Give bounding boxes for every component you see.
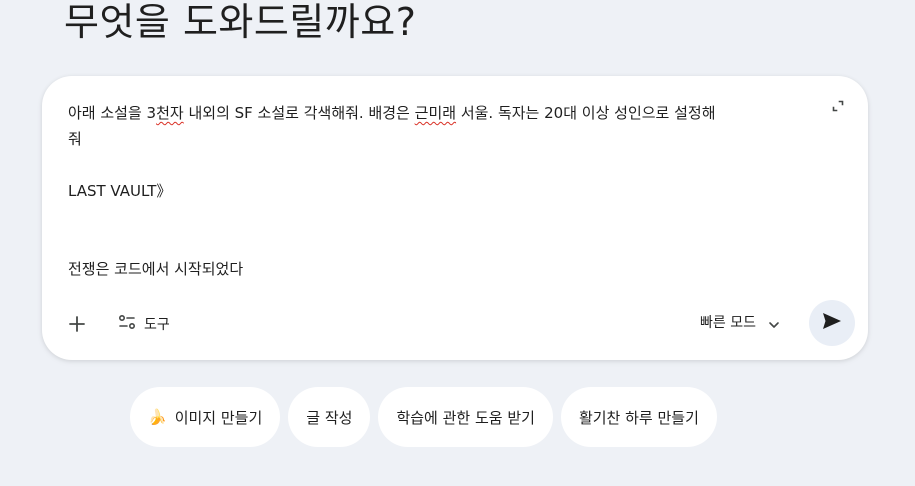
chip-label: 글 작성 <box>306 408 353 427</box>
suggestion-chip-learn[interactable]: 학습에 관한 도움 받기 <box>378 387 553 447</box>
prompt-line-2: 줘 <box>68 130 82 148</box>
prompt-blank-line <box>68 152 810 178</box>
prompt-blank-line <box>68 230 810 256</box>
tools-button[interactable]: 도구 <box>118 313 170 335</box>
prompt-blank-line <box>68 204 810 230</box>
prompt-text-segment: 내외의 SF 소설로 각색해줘. 배경은 <box>183 104 415 122</box>
chip-label: 학습에 관한 도움 받기 <box>396 408 535 427</box>
prompt-text[interactable]: 아래 소설을 3천자 내외의 SF 소설로 각색해줘. 배경은 근미래 서울. … <box>68 100 810 282</box>
prompt-composer[interactable]: 아래 소설을 3천자 내외의 SF 소설로 각색해줘. 배경은 근미래 서울. … <box>42 76 868 360</box>
banana-icon: 🍌 <box>148 408 167 426</box>
composer-toolbar: 도구 <box>66 310 170 338</box>
misspelled-word: 근미래 <box>414 104 457 122</box>
tools-icon <box>118 313 136 335</box>
prompt-text-segment: 서울. 독자는 20대 이상 성인으로 설정해 <box>456 104 716 122</box>
chip-label: 이미지 만들기 <box>174 408 263 427</box>
suggestion-chips: 🍌 이미지 만들기 글 작성 학습에 관한 도움 받기 활기찬 하루 만들기 <box>130 387 717 447</box>
send-button[interactable] <box>809 300 855 346</box>
chip-label: 활기찬 하루 만들기 <box>578 408 699 427</box>
prompt-line-4: 전쟁은 코드에서 시작되었다 <box>68 260 244 278</box>
expand-icon[interactable] <box>830 98 846 114</box>
prompt-text-segment: 아래 소설을 3 <box>68 104 157 122</box>
chevron-down-icon <box>768 316 780 328</box>
prompt-line-3: LAST VAULT》 <box>68 182 172 200</box>
send-icon <box>821 310 843 336</box>
suggestion-chip-day[interactable]: 활기찬 하루 만들기 <box>560 387 717 447</box>
tools-label: 도구 <box>144 317 170 333</box>
suggestion-chip-write[interactable]: 글 작성 <box>288 387 371 447</box>
suggestion-chip-image[interactable]: 🍌 이미지 만들기 <box>130 387 281 447</box>
page-title: 무엇을 도와드릴까요? <box>64 0 417 44</box>
prompt-line-1: 아래 소설을 3천자 내외의 SF 소설로 각색해줘. 배경은 근미래 서울. … <box>68 100 810 126</box>
mode-selector[interactable]: 빠른 모드 <box>700 312 780 332</box>
misspelled-word: 천자 <box>156 104 184 122</box>
plus-icon[interactable] <box>66 313 88 335</box>
mode-label: 빠른 모드 <box>700 315 756 331</box>
